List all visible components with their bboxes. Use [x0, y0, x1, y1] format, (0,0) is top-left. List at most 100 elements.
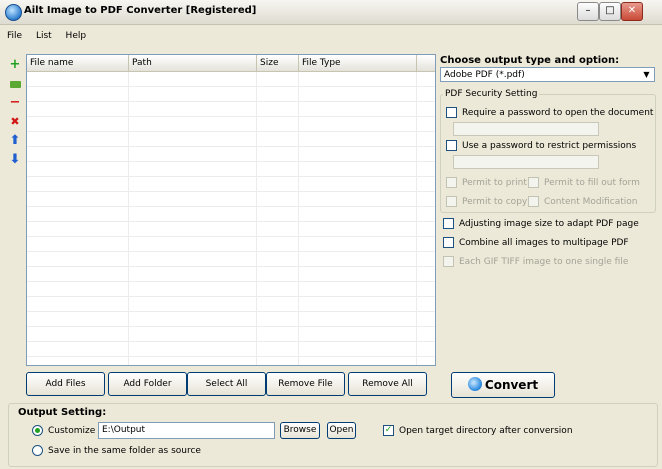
same-folder-radio[interactable]: Save in the same folder as source: [32, 445, 201, 456]
table-cell: [257, 267, 299, 281]
convert-button[interactable]: Convert: [451, 372, 555, 398]
table-cell: [129, 102, 257, 116]
maximize-button[interactable]: □: [599, 2, 621, 21]
content-modification-checkbox[interactable]: Content Modification: [528, 196, 638, 207]
customize-radio[interactable]: Customize: [32, 425, 95, 436]
security-group-title: PDF Security Setting: [443, 89, 540, 99]
table-cell: [257, 72, 299, 86]
radio-dot[interactable]: [32, 445, 43, 456]
select-all-button[interactable]: Select All: [187, 372, 266, 396]
permit-copy-checkbox[interactable]: Permit to copy: [446, 196, 527, 207]
chevron-down-icon[interactable]: ▼: [640, 69, 653, 80]
table-cell: [299, 357, 417, 365]
checkbox-box[interactable]: [446, 140, 457, 151]
permit-fill-form-label: Permit to fill out form: [544, 177, 640, 188]
add-files-button[interactable]: Add Files: [26, 372, 105, 396]
require-open-password-checkbox[interactable]: Require a password to open the document: [446, 107, 653, 118]
table-cell: [27, 237, 129, 251]
table-cell: [257, 87, 299, 101]
column-path[interactable]: Path: [129, 55, 257, 71]
delete-icon[interactable]: ✖: [8, 113, 22, 131]
table-cell: [27, 252, 129, 266]
table-cell: [257, 237, 299, 251]
checkbox-box[interactable]: [446, 196, 457, 207]
window-title: Ailt Image to PDF Converter [Registered]: [24, 5, 257, 16]
add-folder-button[interactable]: Add Folder: [108, 372, 187, 396]
table-cell: [27, 87, 129, 101]
folder-icon[interactable]: [8, 75, 22, 93]
app-icon: [5, 4, 22, 21]
permit-print-checkbox[interactable]: Permit to print: [446, 177, 527, 188]
checkbox-box[interactable]: [446, 177, 457, 188]
menu-help[interactable]: Help: [62, 28, 91, 44]
table-cell: [299, 72, 417, 86]
checkbox-box[interactable]: ✓: [383, 425, 394, 436]
table-cell: [299, 237, 417, 251]
table-row: [27, 267, 435, 282]
table-row: [27, 282, 435, 297]
column-size[interactable]: Size: [257, 55, 299, 71]
gif-tiff-checkbox[interactable]: Each GIF TIFF image to one single file: [443, 256, 628, 267]
minimize-button[interactable]: –: [577, 2, 599, 21]
table-cell: [129, 132, 257, 146]
table-cell: [129, 147, 257, 161]
table-row: [27, 252, 435, 267]
output-path-input[interactable]: E:\Output: [98, 422, 275, 439]
permissions-password-input[interactable]: [453, 155, 599, 169]
table-row: [27, 192, 435, 207]
menu-list[interactable]: List: [32, 28, 56, 44]
output-type-select[interactable]: Adobe PDF (*.pdf) ▼: [440, 67, 655, 82]
table-cell: [299, 102, 417, 116]
permit-fill-form-checkbox[interactable]: Permit to fill out form: [528, 177, 640, 188]
table-cell: [27, 132, 129, 146]
down-arrow-icon[interactable]: ⬇: [8, 151, 22, 169]
table-cell: [257, 357, 299, 365]
table-cell: [257, 207, 299, 221]
table-cell: [129, 327, 257, 341]
remove-file-button[interactable]: Remove File: [266, 372, 345, 396]
app-window: Ailt Image to PDF Converter [Registered]…: [0, 0, 662, 469]
close-button[interactable]: ✕: [621, 2, 643, 21]
checkbox-box[interactable]: [443, 237, 454, 248]
checkbox-box[interactable]: [528, 196, 539, 207]
menu-file[interactable]: File: [3, 28, 26, 44]
table-cell: [27, 267, 129, 281]
file-list[interactable]: File name Path Size File Type: [26, 54, 436, 366]
plus-icon[interactable]: +: [8, 56, 22, 74]
restrict-permissions-checkbox[interactable]: Use a password to restrict permissions: [446, 140, 636, 151]
table-cell: [27, 72, 129, 86]
minus-icon[interactable]: −: [8, 94, 22, 112]
table-cell: [257, 327, 299, 341]
open-after-checkbox[interactable]: ✓ Open target directory after conversion: [383, 425, 573, 436]
up-arrow-icon[interactable]: ⬆: [8, 132, 22, 150]
table-cell: [27, 327, 129, 341]
open-password-input[interactable]: [453, 122, 599, 136]
browse-button[interactable]: Browse: [280, 422, 320, 439]
open-button[interactable]: Open: [327, 422, 356, 439]
remove-all-button[interactable]: Remove All: [348, 372, 427, 396]
adjust-size-checkbox[interactable]: Adjusting image size to adapt PDF page: [443, 218, 639, 229]
radio-dot[interactable]: [32, 425, 43, 436]
table-row: [27, 222, 435, 237]
convert-label: Convert: [484, 378, 539, 392]
check-icon: ✓: [384, 425, 393, 435]
table-row: [27, 177, 435, 192]
checkbox-box[interactable]: [446, 107, 457, 118]
checkbox-box[interactable]: [443, 256, 454, 267]
table-cell: [129, 117, 257, 131]
table-cell: [27, 102, 129, 116]
same-folder-label: Save in the same folder as source: [48, 445, 201, 456]
table-cell: [299, 282, 417, 296]
side-toolbar: + − ✖ ⬆ ⬇: [8, 56, 24, 170]
table-cell: [257, 162, 299, 176]
table-cell: [27, 207, 129, 221]
checkbox-box[interactable]: [528, 177, 539, 188]
column-file-name[interactable]: File name: [27, 55, 129, 71]
checkbox-box[interactable]: [443, 218, 454, 229]
column-file-type[interactable]: File Type: [299, 55, 417, 71]
table-cell: [129, 162, 257, 176]
table-cell: [257, 117, 299, 131]
combine-checkbox[interactable]: Combine all images to multipage PDF: [443, 237, 629, 248]
table-cell: [299, 192, 417, 206]
table-cell: [27, 342, 129, 356]
